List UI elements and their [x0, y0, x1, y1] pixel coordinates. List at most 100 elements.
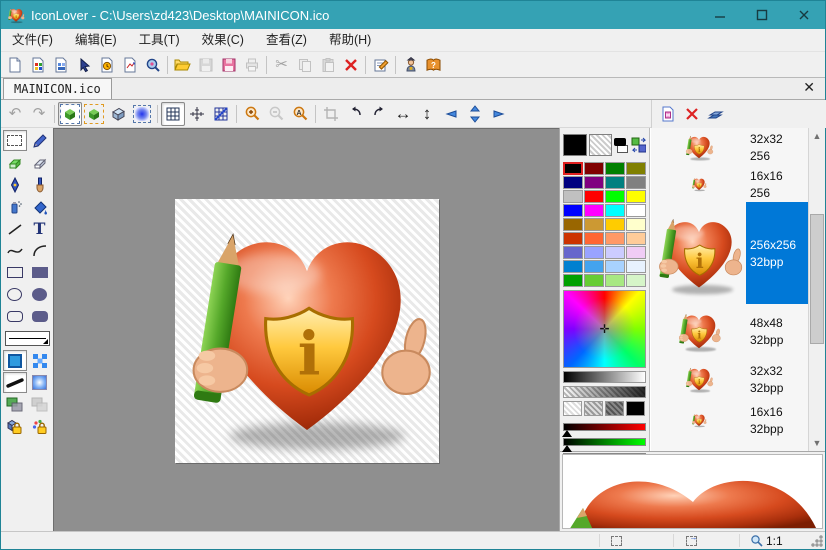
zoom-out-button[interactable] [264, 102, 288, 126]
menu-edit[interactable]: 编辑(E) [64, 29, 128, 51]
properties-button[interactable] [369, 54, 392, 76]
palette-color-4[interactable] [563, 176, 583, 189]
new-animation-button[interactable] [95, 54, 118, 76]
tool-select[interactable] [3, 130, 27, 151]
scroll-down-icon[interactable]: ▼ [809, 435, 825, 451]
flip-vertical-button[interactable]: ↕ [415, 102, 439, 126]
tool-curve[interactable] [3, 240, 27, 261]
palette-color-9[interactable] [584, 190, 604, 203]
palette-color-13[interactable] [584, 204, 604, 217]
alpha-preset-100[interactable] [626, 401, 645, 416]
wizard-button[interactable] [399, 54, 422, 76]
help-button[interactable]: ? [422, 54, 445, 76]
color-picker-field[interactable]: ✛ [563, 290, 646, 368]
palette-color-17[interactable] [584, 218, 604, 231]
cut-button[interactable]: ✂ [270, 54, 293, 76]
draw-mode-selected-button[interactable] [82, 102, 106, 126]
palette-color-33[interactable] [584, 274, 604, 287]
draw-mode-blur-button[interactable] [130, 102, 154, 126]
palette-color-29[interactable] [584, 260, 604, 273]
palette-color-8[interactable] [563, 190, 583, 203]
palette-color-35[interactable] [626, 274, 646, 287]
tool-rounded-rect-filled[interactable] [28, 306, 52, 327]
palette-color-11[interactable] [626, 190, 646, 203]
palette-color-31[interactable] [626, 260, 646, 273]
palette-color-23[interactable] [626, 232, 646, 245]
menu-file[interactable]: 文件(F) [1, 29, 64, 51]
tool-line[interactable] [3, 218, 27, 239]
tool-pencil[interactable] [28, 130, 52, 151]
new-icon-button[interactable] [3, 54, 26, 76]
crop-button[interactable] [319, 102, 343, 126]
palette-color-19[interactable] [626, 218, 646, 231]
zoom-in-button[interactable] [240, 102, 264, 126]
lock-colors-toggle[interactable] [28, 416, 52, 437]
palette-color-24[interactable] [563, 246, 583, 259]
tool-spray[interactable] [3, 196, 27, 217]
alpha-preset-33[interactable] [584, 401, 603, 416]
line-width-dropdown[interactable] [3, 328, 52, 349]
menu-effects[interactable]: 效果(C) [191, 29, 255, 51]
menu-help[interactable]: 帮助(H) [318, 29, 382, 51]
new-color-icon-button[interactable] [118, 54, 141, 76]
paste-button[interactable] [316, 54, 339, 76]
tool-arc[interactable] [28, 240, 52, 261]
draw-mode-normal-button[interactable] [58, 102, 82, 126]
show-diagonal-grid-button[interactable] [209, 102, 233, 126]
rotate-left-button[interactable] [343, 102, 367, 126]
zoom-actual-button[interactable]: A [288, 102, 312, 126]
show-crosshair-button[interactable] [185, 102, 209, 126]
palette-color-18[interactable] [605, 218, 625, 231]
delete-image-button[interactable] [680, 102, 704, 126]
tool-eraser-3d[interactable] [3, 152, 27, 173]
copy-button[interactable] [293, 54, 316, 76]
add-image-button[interactable] [656, 102, 680, 126]
alpha-bar[interactable] [563, 386, 646, 398]
tool-gradient[interactable] [28, 372, 52, 393]
size-item-32-32bpp[interactable]: 32x3232bpp [651, 358, 808, 400]
menu-tools[interactable]: 工具(T) [128, 29, 191, 51]
tool-ellipse[interactable] [3, 284, 27, 305]
palette-color-12[interactable] [563, 204, 583, 217]
tool-rectangle[interactable] [3, 262, 27, 283]
editor-canvas[interactable] [53, 128, 559, 531]
palette-color-2[interactable] [605, 162, 625, 175]
palette-color-21[interactable] [584, 232, 604, 245]
new-icon-library-button[interactable] [26, 54, 49, 76]
size-item-16-32bpp[interactable]: 16x1632bpp [651, 400, 808, 440]
palette-color-5[interactable] [584, 176, 604, 189]
flip-horizontal-button[interactable]: ↔ [391, 102, 415, 126]
slider-marker[interactable] [562, 430, 572, 437]
save-as-button[interactable] [217, 54, 240, 76]
tool-pen[interactable] [3, 174, 27, 195]
slider-marker[interactable] [562, 445, 572, 452]
find-icons-button[interactable] [141, 54, 164, 76]
size-item-16-256[interactable]: 16x16256 [651, 166, 808, 202]
maximize-button[interactable] [741, 1, 783, 29]
palette-color-15[interactable] [626, 204, 646, 217]
palette-color-27[interactable] [626, 246, 646, 259]
palette-color-14[interactable] [605, 204, 625, 217]
delete-button[interactable] [339, 54, 362, 76]
alpha-preset-0[interactable] [563, 401, 582, 416]
scroll-up-icon[interactable]: ▲ [809, 128, 825, 144]
print-button[interactable] [240, 54, 263, 76]
size-item-256-32bpp[interactable]: 256x25632bpp [651, 202, 808, 304]
tab-mainicon[interactable]: MAINICON.ico [3, 78, 112, 99]
background-color-swatch[interactable] [589, 134, 613, 156]
resize-grip[interactable] [811, 535, 823, 547]
tool-rounded-rect[interactable] [3, 306, 27, 327]
palette-color-30[interactable] [605, 260, 625, 273]
tool-smooth-stroke[interactable] [3, 372, 27, 393]
palette-color-22[interactable] [605, 232, 625, 245]
rotate-right-button[interactable] [367, 102, 391, 126]
palette-color-6[interactable] [605, 176, 625, 189]
palette-color-26[interactable] [605, 246, 625, 259]
tool-rectangle-filled[interactable] [28, 262, 52, 283]
palette-color-32[interactable] [563, 274, 583, 287]
menu-view[interactable]: 查看(Z) [255, 29, 318, 51]
scrollbar-thumb[interactable] [810, 214, 824, 344]
draw-mode-3d-button[interactable] [106, 102, 130, 126]
size-item-32-256[interactable]: 32x32256 [651, 128, 808, 166]
tool-solid-color[interactable] [3, 350, 27, 371]
